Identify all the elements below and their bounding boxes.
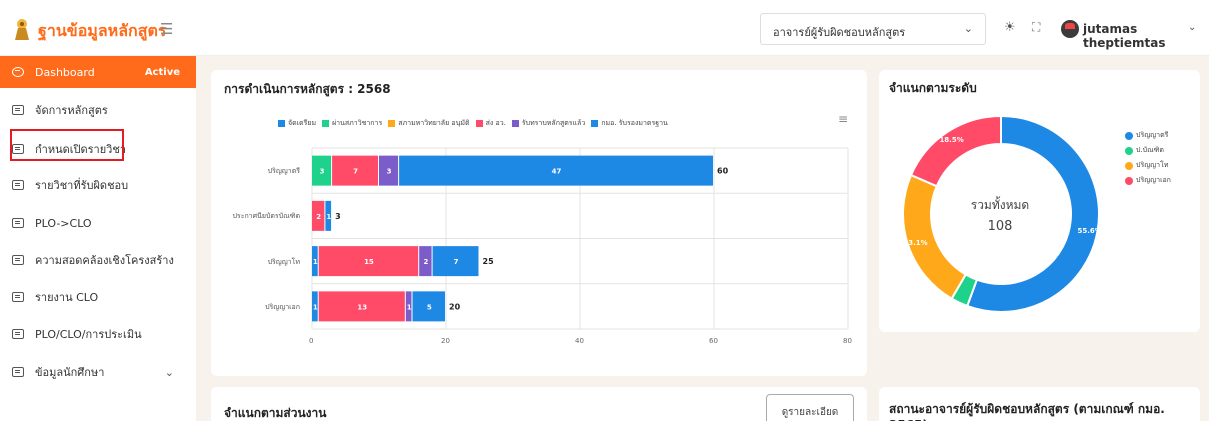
legend-label: ปริญญาเอก — [1136, 176, 1171, 184]
donut-slice[interactable] — [909, 114, 1002, 188]
legend-item[interactable]: ปริญญาโท — [1125, 160, 1171, 171]
donut-slice[interactable] — [902, 173, 968, 301]
legend-label: ปริญญาโท — [1136, 161, 1169, 169]
legend-item[interactable]: ปริญญาเอก — [1125, 175, 1171, 186]
donut-legend: ปริญญาตรี ป.บัณฑิต ปริญญาโท ปริญญาเอก — [1125, 130, 1171, 190]
faculty-status-title: สถานะอาจารย์ผู้รับผิดชอบหลักสูตร (ตามเกณ… — [889, 402, 1165, 421]
donut-center-label: รวมทั้งหมด — [970, 198, 1030, 212]
donut-slice-label: 55.6% — [1077, 227, 1101, 235]
view-details-button[interactable]: ดูรายละเอียด — [766, 394, 854, 421]
legend-item[interactable]: ปริญญาตรี — [1125, 130, 1171, 141]
legend-item[interactable]: ป.บัณฑิต — [1125, 145, 1171, 156]
faculty-status-card: สถานะอาจารย์ผู้รับผิดชอบหลักสูตร (ตามเกณ… — [879, 387, 1200, 421]
donut-center-value: 108 — [987, 219, 1013, 234]
department-title: จำแนกตามส่วนงาน — [224, 406, 327, 420]
legend-label: ป.บัณฑิต — [1136, 146, 1164, 154]
donut-slice-label: 23.1% — [903, 239, 927, 247]
donut-slice-label: 18.5% — [939, 136, 963, 144]
legend-label: ปริญญาตรี — [1136, 131, 1169, 139]
